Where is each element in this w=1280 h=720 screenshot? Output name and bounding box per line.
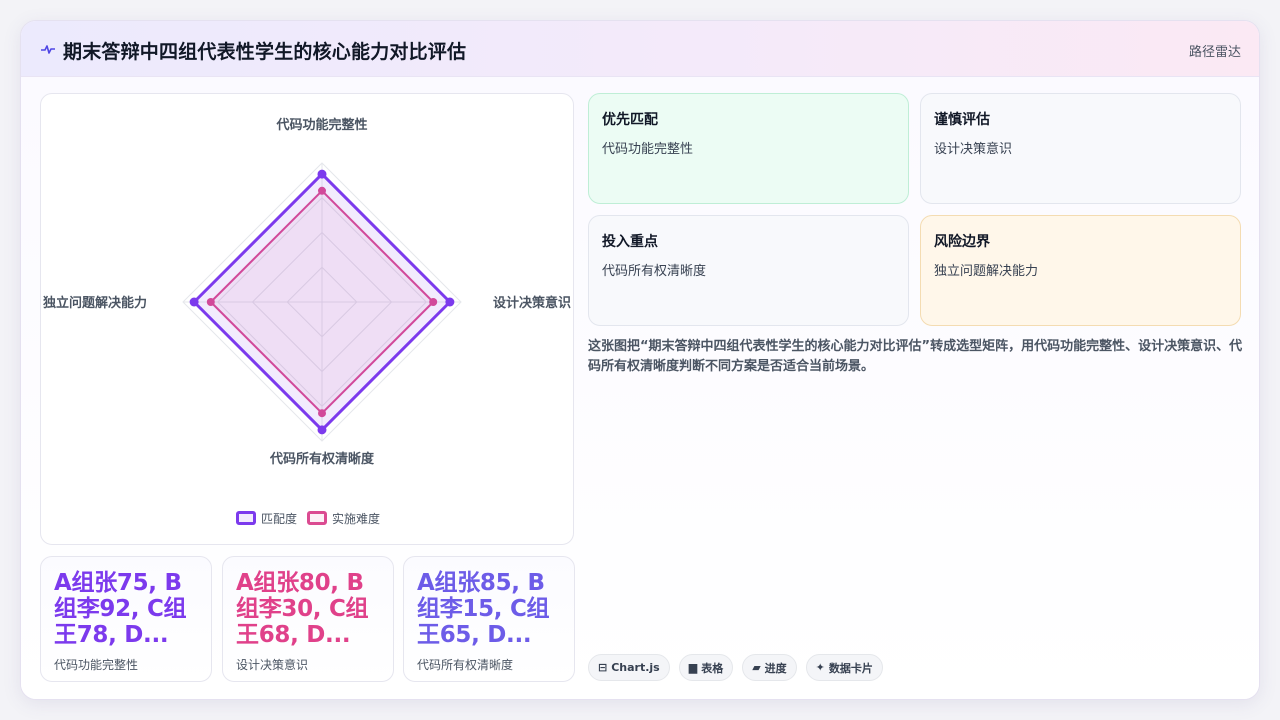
tile-investment-focus[interactable]: 投入重点 代码所有权清晰度 [588, 215, 909, 326]
stat-card-2: A组张80, B组李30, C组王68, D... 设计决策意识 [222, 556, 394, 682]
chart-icon: ⊟ [598, 661, 608, 674]
data-point [189, 297, 199, 307]
data-point [317, 425, 327, 435]
header: 期末答辩中四组代表性学生的核心能力对比评估 路径雷达 [21, 21, 1259, 77]
radar-chart-panel: 代码功能完整性设计决策意识代码所有权清晰度 独立问题解决能力 匹配度 实施难度 [40, 93, 574, 545]
page-title: 期末答辩中四组代表性学生的核心能力对比评估 [63, 41, 467, 63]
tile-subtitle: 设计决策意识 [934, 142, 1013, 157]
progress-icon: ▰ [752, 661, 761, 674]
table-icon: ▆ [688, 661, 698, 674]
axis-label: 代码所有权清晰度 [269, 451, 375, 467]
data-point [317, 169, 327, 179]
stat-card-1: A组张75, B组李92, C组王78, D... 代码功能完整性 [40, 556, 212, 682]
legend-item-series-2[interactable]: 实施难度 [307, 508, 380, 528]
axis-label: 代码功能完整性 [275, 117, 367, 133]
chip-data-cards[interactable]: ✦ 数据卡片 [805, 654, 883, 681]
stat-value: A组张85, B组李15, C组王65, D... [417, 570, 550, 648]
tile-title: 优先匹配 [602, 112, 658, 128]
tile-subtitle: 代码所有权清晰度 [602, 264, 707, 279]
axis-label: 设计决策意识 [493, 295, 571, 311]
header-tag: 路径雷达 [1188, 45, 1241, 60]
tile-subtitle: 代码功能完整性 [602, 142, 694, 157]
tile-risk-boundary[interactable]: 风险边界 独立问题解决能力 [920, 215, 1241, 326]
stat-value: A组张75, B组李92, C组王78, D... [54, 570, 187, 648]
tile-careful-evaluation[interactable]: 谨慎评估 设计决策意识 [920, 93, 1241, 204]
series-area-1 [192, 172, 452, 432]
tile-title: 谨慎评估 [934, 112, 990, 128]
tile-title: 投入重点 [602, 234, 658, 250]
stat-value: A组张80, B组李30, C组王68, D... [236, 570, 369, 648]
chip-table[interactable]: ▆ 表格 [678, 654, 734, 681]
pulse-line-icon [41, 45, 55, 54]
legend-item-series-1[interactable]: 匹配度 [235, 508, 297, 528]
stat-label: 代码所有权清晰度 [417, 658, 514, 672]
axis-label: 独立问题解决能力 [43, 295, 147, 311]
chip-label: Chart.js [611, 661, 660, 674]
chip-label: 数据卡片 [828, 661, 873, 675]
chart-legend: 匹配度 实施难度 [41, 508, 575, 528]
tech-chips: ⊟ Chart.js ▆ 表格 ▰ 进度 ✦ 数据卡片 [588, 654, 883, 681]
stat-label: 设计决策意识 [236, 658, 309, 672]
radar-chart: 代码功能完整性设计决策意识代码所有权清晰度 独立问题解决能力 [43, 117, 571, 467]
chip-label: 进度 [764, 661, 787, 675]
chip-chartjs[interactable]: ⊟ Chart.js [588, 654, 670, 681]
legend-swatch-series-2 [307, 511, 327, 525]
legend-label-series-2: 实施难度 [332, 511, 381, 526]
chip-label: 表格 [701, 661, 724, 675]
main-card: 期末答辩中四组代表性学生的核心能力对比评估 路径雷达 代码功能完整性 设计决策意识… [20, 20, 1260, 700]
chart-description: 这张图把“期末答辩中四组代表性学生的核心能力对比评估”转成选型矩阵，用代码功能完… [588, 339, 1243, 374]
stat-label: 代码功能完整性 [54, 658, 139, 672]
legend-label-series-1: 匹配度 [260, 511, 297, 526]
data-point [445, 297, 455, 307]
sparkle-icon: ✦ [815, 661, 825, 674]
tile-subtitle: 独立问题解决能力 [934, 264, 1039, 279]
chip-progress[interactable]: ▰ 进度 [742, 654, 797, 681]
tile-priority-match[interactable]: 优先匹配 代码功能完整性 [588, 93, 909, 204]
tile-title: 风险边界 [934, 234, 990, 250]
stat-card-3: A组张85, B组李15, C组王65, D... 代码所有权清晰度 [403, 556, 575, 682]
legend-swatch-series-1 [235, 511, 256, 525]
